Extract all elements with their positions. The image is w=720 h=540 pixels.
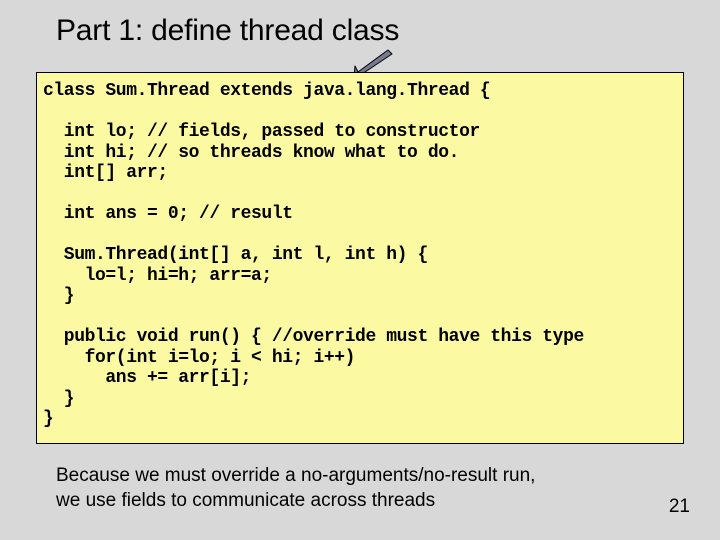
caption-line-1: Because we must override a no-arguments/… — [56, 465, 535, 486]
page-number: 21 — [669, 496, 690, 518]
slide-title: Part 1: define thread class — [56, 14, 399, 48]
slide: Part 1: define thread class class Sum.Th… — [0, 0, 720, 540]
code-block: class Sum.Thread extends java.lang.Threa… — [36, 72, 684, 444]
code-text: class Sum.Thread extends java.lang.Threa… — [43, 81, 677, 430]
caption-line-2: we use fields to communicate across thre… — [56, 490, 435, 511]
caption-text: Because we must override a no-arguments/… — [56, 464, 535, 513]
